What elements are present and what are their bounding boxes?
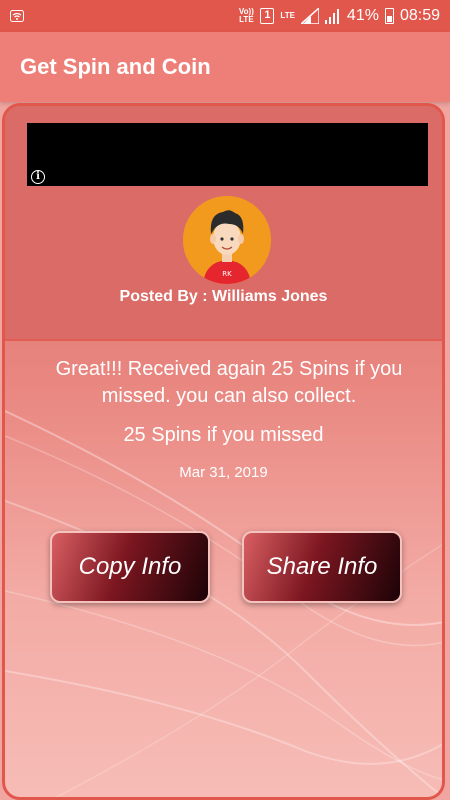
battery-icon	[384, 8, 394, 24]
signal-icon	[300, 8, 319, 24]
status-bar: Vo)) LTE 1 LTE 41% 08:59	[0, 0, 450, 32]
app-title: Get Spin and Coin	[20, 54, 211, 79]
volte-indicator: Vo)) LTE	[238, 7, 254, 24]
posted-by: Posted By : Williams Jones	[119, 288, 328, 305]
post-message: Great!!! Received again 25 Spins if you …	[55, 358, 403, 407]
sim-indicator: 1	[260, 8, 275, 24]
app-bar: Get Spin and Coin	[0, 32, 450, 102]
ad-banner[interactable]: i	[27, 123, 428, 186]
info-icon[interactable]: i	[31, 170, 45, 184]
post-date: Mar 31, 2019	[179, 464, 268, 481]
avatar-person-icon: RK	[183, 196, 271, 284]
status-right: Vo)) LTE 1 LTE 41% 08:59	[238, 7, 440, 25]
status-left	[10, 10, 24, 22]
svg-text:RK: RK	[222, 270, 232, 278]
post-card: i RK Posted By : Williams Jones Great!!!…	[2, 103, 445, 800]
battery-percent: 41%	[346, 7, 379, 24]
spins-line: 25 Spins if you missed	[123, 424, 324, 446]
signal-icon-2	[324, 9, 339, 24]
avatar: RK	[183, 196, 271, 284]
wifi-icon	[10, 10, 24, 22]
share-info-button[interactable]: Share Info	[242, 531, 402, 603]
clock: 08:59	[399, 7, 440, 24]
copy-info-button[interactable]: Copy Info	[50, 531, 210, 603]
lte-indicator: LTE	[280, 11, 295, 20]
